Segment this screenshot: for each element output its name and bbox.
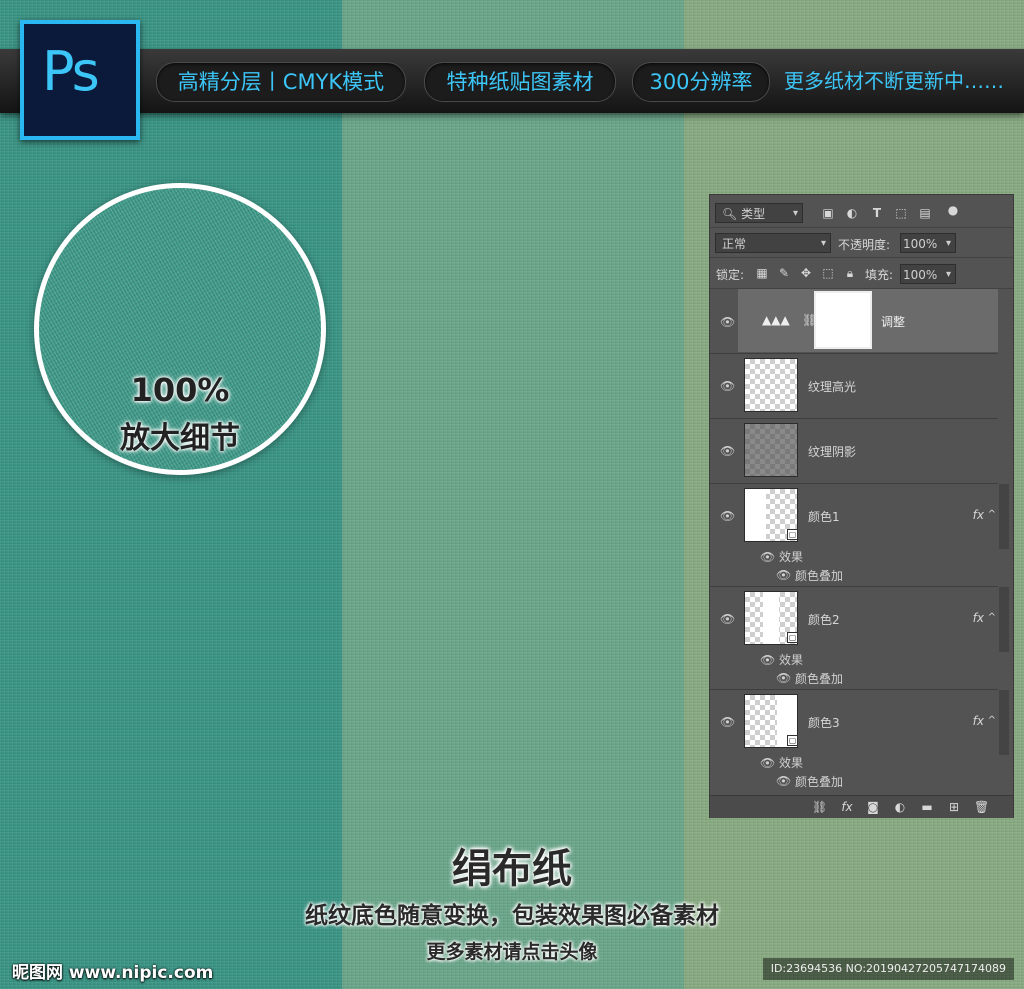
zoom-detail-circle: 100% 放大细节	[34, 183, 326, 475]
fill-label: 填充:	[865, 268, 894, 282]
new-adjustment-icon[interactable]: ◐	[893, 800, 907, 814]
filter-smart-object-icon[interactable]: ▤	[918, 206, 932, 220]
fx-icon[interactable]: fx	[973, 714, 984, 728]
lock-all-icon[interactable]: 🔒︎	[843, 266, 857, 280]
page-subtitle: 纸纹底色随意变换，包装效果图必备素材	[305, 903, 719, 929]
effect-name: 颜色叠加	[795, 775, 844, 789]
chevron-down-icon: ▾	[945, 238, 951, 249]
lock-move-icon[interactable]: ✥	[799, 266, 813, 280]
layer-name: 调整	[881, 315, 906, 329]
image-id-label: ID:23694536 NO:20190427205747174089	[762, 958, 1014, 980]
chevron-up-icon[interactable]: ^	[988, 509, 996, 520]
filter-type-icon[interactable]: T	[870, 206, 884, 220]
zoom-label: 放大细节	[120, 421, 240, 456]
lock-artboard-icon[interactable]: ⬚	[821, 266, 835, 280]
filter-label: 类型	[741, 207, 766, 221]
levels-icon: ▲▲▲	[762, 313, 790, 327]
eye-icon[interactable]: 👁︎	[720, 612, 735, 626]
trash-icon[interactable]: 🗑︎	[974, 800, 989, 814]
lock-row: 锁定: ▦ ✎ ✥ ⬚ 🔒︎ 填充: 100% ▾	[710, 258, 1013, 289]
eye-icon[interactable]: 👁︎	[720, 444, 735, 458]
zoom-percent: 100%	[130, 371, 230, 409]
effect-name: 颜色叠加	[795, 672, 844, 686]
fill-input[interactable]: 100% ▾	[900, 264, 956, 284]
smart-object-badge-icon: ▢	[787, 632, 798, 643]
filter-dropdown[interactable]: 🔍︎ 类型 ▾	[715, 203, 803, 223]
logo-text: Ps	[42, 40, 100, 103]
lock-transparent-icon[interactable]: ▦	[755, 266, 769, 280]
eye-icon[interactable]: 👁︎	[720, 509, 735, 523]
scrollbar-thumb[interactable]	[999, 690, 1009, 755]
layer-row[interactable]: 👁︎ 纹理阴影	[710, 419, 998, 484]
fx-icon[interactable]: fx	[973, 611, 984, 625]
blend-mode-dropdown[interactable]: 正常 ▾	[715, 233, 831, 253]
smart-object-badge-icon: ▢	[787, 529, 798, 540]
filter-shape-icon[interactable]: ⬚	[894, 206, 908, 220]
watermark: 昵图网 www.nipic.com	[12, 963, 214, 983]
add-style-icon[interactable]: fx	[840, 800, 854, 814]
layer-thumbnail	[744, 358, 798, 412]
layer-thumbnail	[744, 423, 798, 477]
feature-pill-material: 特种纸贴图素材	[424, 62, 616, 102]
layer-row[interactable]: 👁︎ ▲▲▲ ⛓︎ 调整	[710, 289, 998, 354]
banner-more-text: 更多纸材不断更新中……	[784, 69, 1004, 93]
filter-toggle-icon[interactable]: ●	[946, 203, 960, 217]
eye-icon[interactable]: 👁︎	[760, 653, 775, 667]
eye-icon[interactable]: 👁︎	[776, 568, 791, 582]
layer-row[interactable]: 👁︎ ▢ 颜色1 fx ^ 👁︎ 效果 👁︎ 颜色叠加	[710, 484, 998, 587]
new-group-icon[interactable]: ▬	[920, 800, 934, 814]
layer-name: 颜色2	[808, 613, 840, 627]
layer-name: 颜色1	[808, 510, 840, 524]
layers-bottom-toolbar: ⛓︎ fx ◙ ◐ ▬ ⊞ 🗑︎	[710, 795, 1013, 818]
photoshop-logo: Ps	[20, 20, 140, 140]
scrollbar-thumb[interactable]	[999, 484, 1009, 549]
chevron-up-icon[interactable]: ^	[988, 612, 996, 623]
filter-pixel-icon[interactable]: ▣	[821, 206, 835, 220]
feature-pill-layers: 高精分层丨CMYK模式	[156, 62, 406, 102]
eye-icon[interactable]: 👁︎	[720, 315, 735, 329]
eye-icon[interactable]: 👁︎	[776, 774, 791, 788]
layer-name: 颜色3	[808, 716, 840, 730]
eye-icon[interactable]: 👁︎	[776, 671, 791, 685]
blend-mode-value: 正常	[722, 237, 747, 251]
feature-pill-resolution: 300分辨率	[632, 62, 770, 102]
chevron-down-icon: ▾	[820, 238, 826, 249]
opacity-input[interactable]: 100% ▾	[900, 233, 956, 253]
opacity-value: 100%	[903, 237, 938, 251]
eye-icon[interactable]: 👁︎	[760, 550, 775, 564]
eye-icon[interactable]: 👁︎	[720, 715, 735, 729]
filter-row: 🔍︎ 类型 ▾ ▣ ◐ T ⬚ ▤ ●	[710, 195, 1013, 228]
scrollbar-thumb[interactable]	[999, 587, 1009, 652]
effects-label: 效果	[779, 550, 804, 564]
eye-icon[interactable]: 👁︎	[760, 756, 775, 770]
chevron-up-icon[interactable]: ^	[988, 715, 996, 726]
layer-mask-thumbnail	[814, 291, 872, 349]
chevron-down-icon: ▾	[945, 269, 951, 280]
layer-name: 纹理高光	[808, 380, 857, 394]
layer-row[interactable]: 👁︎ ▢ 颜色3 fx ^ 👁︎ 效果 👁︎ 颜色叠加	[710, 690, 998, 794]
chevron-down-icon: ▾	[792, 208, 798, 219]
filter-adjustment-icon[interactable]: ◐	[845, 206, 859, 220]
search-icon: 🔍︎	[722, 207, 738, 221]
new-layer-icon[interactable]: ⊞	[947, 800, 961, 814]
add-mask-icon[interactable]: ◙	[866, 800, 880, 814]
eye-icon[interactable]: 👁︎	[720, 379, 735, 393]
layers-panel: 🔍︎ 类型 ▾ ▣ ◐ T ⬚ ▤ ● 正常 ▾ 不透明度: 100% ▾ 锁定…	[709, 194, 1014, 818]
layer-row[interactable]: 👁︎ ▢ 颜色2 fx ^ 👁︎ 效果 👁︎ 颜色叠加	[710, 587, 998, 690]
opacity-label: 不透明度:	[838, 238, 891, 252]
layer-name: 纹理阴影	[808, 445, 857, 459]
link-layers-icon[interactable]: ⛓︎	[812, 800, 827, 814]
fx-icon[interactable]: fx	[973, 508, 984, 522]
smart-object-badge-icon: ▢	[787, 735, 798, 746]
lock-brush-icon[interactable]: ✎	[777, 266, 791, 280]
effect-name: 颜色叠加	[795, 569, 844, 583]
page-title: 绢布纸	[452, 846, 572, 892]
layer-row[interactable]: 👁︎ 纹理高光	[710, 354, 998, 419]
effects-label: 效果	[779, 756, 804, 770]
blend-row: 正常 ▾ 不透明度: 100% ▾	[710, 228, 1013, 258]
lock-label: 锁定:	[716, 268, 745, 282]
fill-value: 100%	[903, 268, 938, 282]
effects-label: 效果	[779, 653, 804, 667]
